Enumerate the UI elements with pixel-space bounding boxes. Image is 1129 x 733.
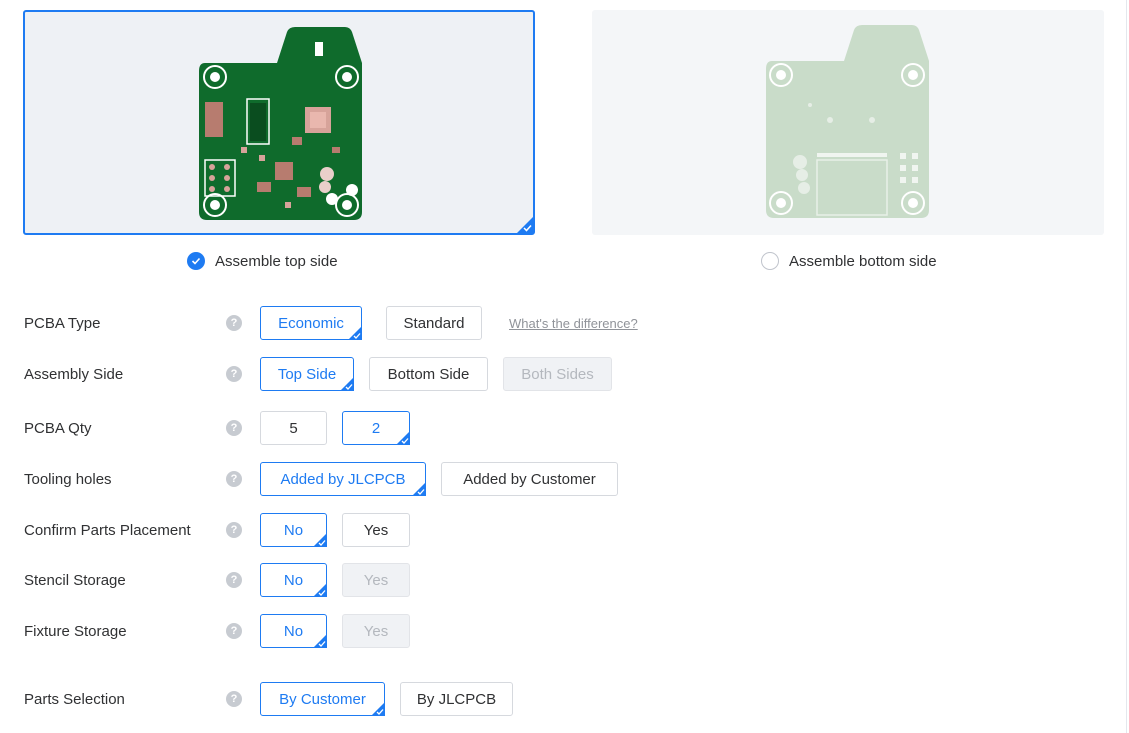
option-label: Yes — [363, 571, 389, 589]
option-label: By JLCPCB — [416, 690, 497, 708]
assembly-side-both-button: Both Sides — [503, 357, 612, 391]
tooling-holes-jlcpcb-button[interactable]: Added by JLCPCB — [260, 462, 426, 496]
confirm-parts-placement-row: Confirm Parts Placement ? — [24, 513, 242, 547]
tooling-holes-row: Tooling holes ? — [24, 462, 242, 496]
selected-check-icon — [313, 583, 327, 597]
help-icon[interactable]: ? — [226, 691, 242, 707]
selected-check-icon — [340, 377, 354, 391]
fixture-storage-no-button[interactable]: No — [260, 614, 327, 648]
option-label: 5 — [289, 419, 298, 437]
parts-selection-customer-button[interactable]: By Customer — [260, 682, 385, 716]
top-side-preview[interactable] — [23, 10, 535, 235]
parts-selection-label: Parts Selection — [24, 690, 125, 708]
pcba-qty-2-button[interactable]: 2 — [342, 411, 410, 445]
selected-check-icon — [396, 431, 410, 445]
selected-corner-check-icon — [517, 217, 533, 233]
selected-check-icon — [313, 634, 327, 648]
radio-checked-icon — [187, 252, 205, 270]
selected-check-icon — [412, 482, 426, 496]
pcba-qty-label: PCBA Qty — [24, 419, 92, 437]
pcba-type-economic-button[interactable]: Economic — [260, 306, 362, 340]
option-label: Top Side — [277, 365, 337, 383]
parts-selection-jlcpcb-button[interactable]: By JLCPCB — [400, 682, 513, 716]
option-label: 2 — [371, 419, 381, 437]
pcba-qty-5-button[interactable]: 5 — [260, 411, 327, 445]
selected-check-icon — [313, 533, 327, 547]
pcb-bottom-image — [766, 25, 929, 218]
help-icon[interactable]: ? — [226, 366, 242, 382]
option-label: No — [283, 521, 304, 539]
assembly-side-row: Assembly Side ? — [24, 357, 242, 391]
pcba-type-standard-button[interactable]: Standard — [386, 306, 482, 340]
radio-unchecked-icon — [761, 252, 779, 270]
option-label: Both Sides — [521, 365, 594, 383]
pcba-type-label: PCBA Type — [24, 314, 101, 332]
assemble-top-side-radio[interactable]: Assemble top side — [187, 252, 338, 270]
assemble-bottom-side-radio[interactable]: Assemble bottom side — [761, 252, 937, 270]
stencil-storage-yes-button: Yes — [342, 563, 410, 597]
tooling-holes-label: Tooling holes — [24, 470, 112, 488]
option-label: No — [283, 622, 304, 640]
pcba-type-row: PCBA Type ? — [24, 306, 242, 340]
fixture-storage-yes-button: Yes — [342, 614, 410, 648]
stencil-storage-label: Stencil Storage — [24, 571, 126, 589]
help-icon[interactable]: ? — [226, 315, 242, 331]
help-icon[interactable]: ? — [226, 623, 242, 639]
pcba-qty-row: PCBA Qty ? — [24, 411, 242, 445]
panel-right-border — [1126, 0, 1127, 733]
help-icon[interactable]: ? — [226, 522, 242, 538]
option-label: Added by JLCPCB — [280, 470, 406, 488]
bottom-side-preview[interactable] — [592, 10, 1104, 235]
assembly-side-top-button[interactable]: Top Side — [260, 357, 354, 391]
option-label: No — [283, 571, 304, 589]
option-label: Standard — [403, 314, 465, 332]
help-icon[interactable]: ? — [226, 420, 242, 436]
pcb-top-image — [199, 27, 362, 220]
tooling-holes-customer-button[interactable]: Added by Customer — [441, 462, 618, 496]
option-label: Yes — [363, 622, 389, 640]
parts-selection-row: Parts Selection ? — [24, 682, 242, 716]
option-label: Economic — [278, 314, 344, 332]
fixture-storage-label: Fixture Storage — [24, 622, 127, 640]
help-icon[interactable]: ? — [226, 572, 242, 588]
fixture-storage-row: Fixture Storage ? — [24, 614, 242, 648]
stencil-storage-no-button[interactable]: No — [260, 563, 327, 597]
option-label: Yes — [363, 521, 389, 539]
confirm-parts-placement-label: Confirm Parts Placement — [24, 521, 191, 539]
confirm-parts-placement-no-button[interactable]: No — [260, 513, 327, 547]
whats-the-difference-link[interactable]: What's the difference? — [509, 316, 638, 331]
selected-check-icon — [348, 326, 362, 340]
confirm-parts-placement-yes-button[interactable]: Yes — [342, 513, 410, 547]
assembly-side-label: Assembly Side — [24, 365, 124, 383]
option-label: Added by Customer — [463, 470, 596, 488]
assembly-side-bottom-button[interactable]: Bottom Side — [369, 357, 488, 391]
assemble-bottom-side-label: Assemble bottom side — [789, 252, 937, 270]
help-icon[interactable]: ? — [226, 471, 242, 487]
stencil-storage-row: Stencil Storage ? — [24, 563, 242, 597]
option-label: By Customer — [279, 690, 366, 708]
option-label: Bottom Side — [387, 365, 470, 383]
assemble-top-side-label: Assemble top side — [215, 252, 338, 270]
selected-check-icon — [371, 702, 385, 716]
